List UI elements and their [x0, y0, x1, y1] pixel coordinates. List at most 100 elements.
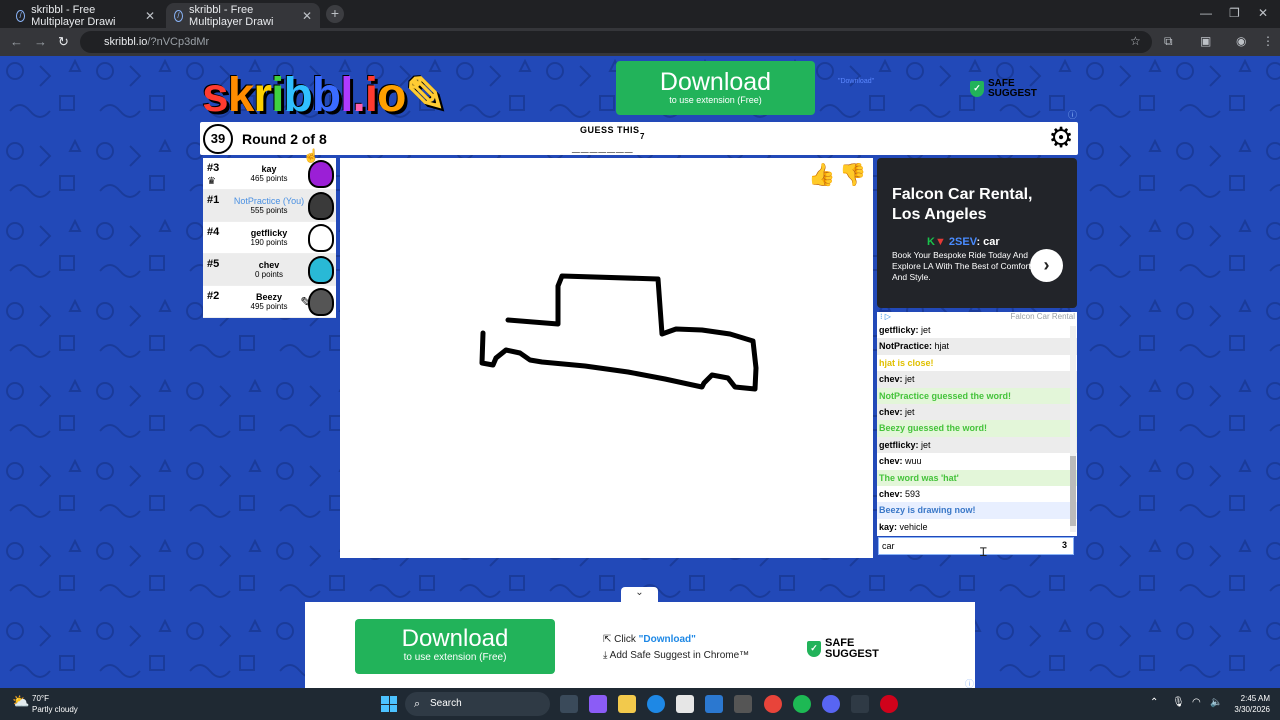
close-window-icon[interactable]: ✕	[1258, 6, 1268, 20]
edge-icon[interactable]	[647, 695, 665, 713]
file-explorer-icon[interactable]	[618, 695, 636, 713]
ad-footer-name[interactable]: Falcon Car Rental	[1011, 312, 1075, 321]
back-icon[interactable]: ←	[10, 34, 23, 49]
tab-title: skribbl - Free Multiplayer Drawi	[31, 3, 116, 28]
maximize-icon[interactable]: ❐	[1229, 6, 1240, 20]
search-label: Search	[430, 698, 462, 709]
download-label: Download	[659, 68, 772, 96]
avatar	[308, 224, 334, 252]
browser-tab-active[interactable]: / skribbl - Free Multiplayer Drawi ✕	[166, 3, 320, 28]
close-tab-icon[interactable]: ✕	[145, 9, 155, 23]
forward-icon[interactable]: →	[34, 34, 47, 49]
chat-message: chev: 593	[879, 488, 921, 499]
partly-cloudy-icon: ⛅	[12, 693, 30, 709]
player-row[interactable]: #4 getflicky 190 points	[203, 222, 336, 254]
side-panel-icon[interactable]: ▣	[1200, 34, 1211, 48]
shield-check-icon: ✓	[807, 641, 821, 657]
spotify-icon[interactable]	[793, 695, 811, 713]
chat-input[interactable]: car	[878, 537, 1074, 555]
browser-tab[interactable]: / skribbl - Free Multiplayer Drawi ✕	[8, 3, 163, 28]
scrollbar-thumb[interactable]	[1070, 456, 1076, 526]
install-steps: ⇱ Click "Download" ⤓ Add Safe Suggest in…	[603, 632, 749, 664]
player-name: NotPractice (You)	[233, 196, 305, 206]
side-advertisement[interactable]: Falcon Car Rental, Los Angeles K▼ 2SEV: c…	[877, 158, 1077, 308]
step-link[interactable]: "Download"	[639, 634, 696, 645]
pointer-hand-icon: ☝	[303, 148, 320, 163]
chat-message-close: hjat is close!	[879, 357, 934, 368]
guess-label: GUESS THIS	[580, 125, 640, 135]
bottom-download-button[interactable]: Download to use extension (Free)	[355, 619, 555, 674]
chrome-icon[interactable]	[764, 695, 782, 713]
safe-suggest-logo: ✓ SAFE SUGGEST	[807, 638, 879, 660]
microphone-icon[interactable]: 🎙	[1172, 697, 1185, 708]
taskbar-search[interactable]: ⌕ Search	[405, 692, 550, 716]
chat-message: kay: vehicle	[879, 521, 928, 532]
round-timer: 39	[203, 124, 233, 154]
chat-scrollbar[interactable]	[1070, 326, 1076, 532]
cursor-icon: ⇱	[603, 634, 612, 645]
player-row[interactable]: #3 ♛ kay 465 points ☝	[203, 148, 336, 190]
copilot-icon[interactable]	[589, 695, 607, 713]
safe-line2: SUGGEST	[988, 88, 1037, 99]
chat-log[interactable]: getflicky: jet NotPractice: hjat hjat is…	[877, 322, 1077, 536]
opera-icon[interactable]	[880, 695, 898, 713]
settings-app-icon[interactable]	[734, 695, 752, 713]
player-row[interactable]: #5 chev 0 points	[203, 254, 336, 286]
player-rank: #1	[207, 194, 220, 206]
reload-icon[interactable]: ↻	[58, 34, 69, 50]
adchoices-icon[interactable]: ⁝ ▷	[880, 312, 891, 321]
browser-tab-bar: / skribbl - Free Multiplayer Drawi ✕ / s…	[0, 0, 1280, 28]
ad-description: Book Your Bespoke Ride Today And Explore…	[892, 250, 1031, 282]
player-rank: #4	[207, 226, 220, 238]
drawing-strokes	[479, 273, 759, 392]
thumbs-up-icon[interactable]: 👍	[808, 162, 835, 188]
ad-brand: K▼ 2SEV: car	[927, 236, 1000, 248]
wifi-icon[interactable]: ◠	[1192, 697, 1201, 708]
ad-title-1: Falcon Car Rental,	[892, 186, 1033, 203]
step-click: ⇱ Click "Download"	[603, 634, 696, 645]
player-name: getflicky	[250, 228, 288, 238]
store-icon[interactable]	[676, 695, 694, 713]
player-list: #3 ♛ kay 465 points ☝ #1 NotPractice (Yo…	[203, 148, 336, 318]
settings-gear-icon[interactable]: ⚙	[1046, 124, 1076, 154]
ad-download-link[interactable]: "Download"	[838, 78, 874, 85]
safe-line2: SUGGEST	[825, 648, 879, 660]
chevron-right-icon[interactable]: ›	[1030, 249, 1063, 282]
tab-title: skribbl - Free Multiplayer Drawi	[189, 3, 274, 28]
profile-icon[interactable]: ◉	[1236, 34, 1246, 48]
discord-icon[interactable]	[822, 695, 840, 713]
extensions-icon[interactable]: ⧉	[1164, 34, 1173, 49]
close-tab-icon[interactable]: ✕	[302, 9, 312, 23]
brand-mid: 2SEV	[948, 236, 977, 248]
new-tab-button[interactable]: +	[326, 5, 344, 23]
round-indicator: Round 2 of 8	[242, 131, 327, 147]
address-bar[interactable]: skribbl.io/?nVCp3dMr	[80, 31, 1152, 53]
drawing-canvas[interactable]: 👍 👎	[340, 158, 873, 558]
mail-icon[interactable]	[705, 695, 723, 713]
thumbs-down-icon[interactable]: 👎	[839, 162, 866, 188]
player-row[interactable]: #2 Beezy 495 points ✎	[203, 286, 336, 318]
app-icon[interactable]	[851, 695, 869, 713]
download-sub: to use extension (Free)	[669, 95, 762, 105]
player-row[interactable]: #1 NotPractice (You) 555 points	[203, 190, 336, 222]
browser-menu-icon[interactable]: ⋮	[1262, 34, 1274, 48]
windows-taskbar: ⛅ 70°F Partly cloudy ⌕ Search ⌃ 🎙 ◠ 🔈 2:…	[0, 688, 1280, 720]
chevron-up-icon[interactable]: ⌃	[1150, 697, 1158, 708]
player-name: kay	[261, 164, 277, 174]
ad-info-icon[interactable]: ⓘ	[1068, 108, 1077, 121]
temperature: 70°F	[32, 694, 49, 703]
skribbl-favicon-icon: /	[16, 9, 26, 22]
chevron-down-icon[interactable]: ⌄	[621, 587, 658, 602]
windows-start-icon[interactable]	[381, 696, 397, 712]
top-download-button[interactable]: Download to use extension (Free)	[616, 61, 815, 115]
volume-icon[interactable]: 🔈	[1210, 697, 1222, 708]
player-rank: #2	[207, 290, 220, 302]
avatar	[308, 256, 334, 284]
task-view-icon[interactable]	[560, 695, 578, 713]
brand-k: K	[927, 236, 935, 248]
minimize-icon[interactable]: —	[1200, 6, 1212, 20]
download-icon: ⤓	[603, 650, 608, 661]
bookmark-star-icon[interactable]: ☆	[1130, 34, 1141, 48]
system-clock[interactable]: 2:45 AM 3/30/2026	[1228, 693, 1270, 715]
player-rank: #3	[207, 162, 220, 174]
